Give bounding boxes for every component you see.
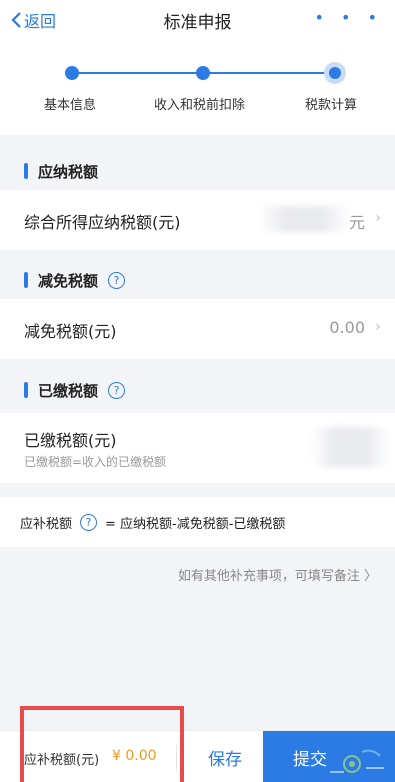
redacted-value: [310, 427, 390, 467]
question-circle-icon[interactable]: ?: [108, 381, 126, 399]
section-marker: [24, 163, 28, 179]
step-label-basic-info: 基本信息: [44, 98, 97, 113]
section-marker: [24, 382, 28, 398]
payable-tax-row[interactable]: 综合所得应纳税额(元) 元 ›: [0, 190, 395, 250]
remark-text: 如有其他补充事项，可填写备注: [177, 569, 360, 584]
question-circle-icon[interactable]: ?: [108, 271, 126, 289]
chevron-right-icon: ›: [375, 319, 381, 335]
row-label: 综合所得应纳税额(元): [24, 213, 181, 232]
step-label-income-deduction: 收入和税前扣除: [154, 98, 246, 113]
watermark-logo: [330, 749, 384, 773]
row-label: 减免税额(元): [24, 322, 117, 341]
section-marker: [24, 272, 28, 288]
remark-link[interactable]: 如有其他补充事项，可填写备注 〉: [178, 565, 377, 584]
section-paid-header: 已缴税额 ?: [0, 366, 395, 414]
row-label: 已缴税额(元): [24, 431, 117, 450]
formula-label: 应补税额: [20, 516, 73, 532]
highlight-annotation: [20, 706, 184, 782]
step-dot-2: [196, 66, 210, 80]
question-circle-icon[interactable]: ?: [80, 513, 98, 531]
formula-row: 应补税额 ? = 应纳税额-减免税额-已缴税额: [0, 497, 395, 547]
chevron-right-icon: 〉: [363, 569, 377, 584]
section-title: 减免税额: [38, 271, 99, 290]
section-reduction-header: 减免税额 ?: [0, 256, 395, 304]
redacted-value: [258, 206, 350, 232]
paid-tax-row[interactable]: 已缴税额(元) 已缴税额=收入的已缴税额: [0, 413, 395, 483]
row-sublabel: 已缴税额=收入的已缴税额: [24, 455, 167, 469]
more-menu-button[interactable]: • • •: [315, 8, 383, 27]
step-dot-1: [65, 66, 79, 80]
nav-bar: 返回 标准申报 • • •: [0, 0, 395, 40]
row-value-suffix: 元: [348, 213, 365, 232]
section-title: 已缴税额: [38, 381, 99, 400]
save-button[interactable]: 保存: [187, 731, 263, 782]
step-dot-3-current: [324, 62, 346, 84]
formula-text: = 应纳税额-减免税额-已缴税额: [105, 516, 286, 532]
progress-stepper: 基本信息 收入和税前扣除 税款计算: [0, 40, 395, 135]
step-label-tax-calc: 税款计算: [305, 98, 358, 113]
reduction-tax-row[interactable]: 减免税额(元) 0.00 ›: [0, 299, 395, 359]
section-title: 应纳税额: [38, 162, 99, 181]
section-payable-header: 应纳税额: [0, 147, 395, 195]
row-value: 0.00: [329, 318, 365, 337]
chevron-right-icon: ›: [375, 210, 381, 226]
